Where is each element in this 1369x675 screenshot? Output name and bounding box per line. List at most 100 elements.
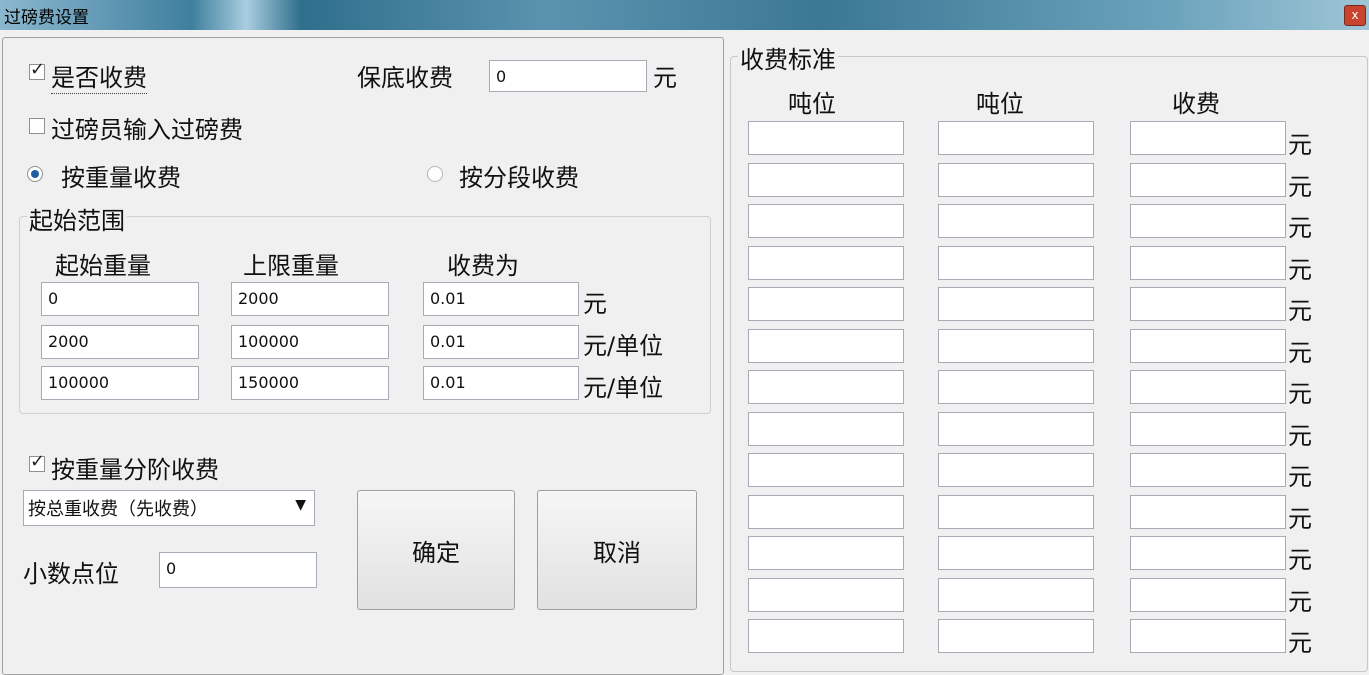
tonnage-from-input[interactable] xyxy=(748,287,904,321)
tonnage-to-input[interactable] xyxy=(938,246,1094,280)
range-limit-input[interactable]: 2000 xyxy=(231,282,389,316)
charge-input[interactable] xyxy=(1130,246,1286,280)
radio-selected-icon xyxy=(31,170,39,178)
tiered-checkbox[interactable]: ✓ xyxy=(29,451,45,472)
range-group-legend: 起始范围 xyxy=(27,201,127,236)
range-fee-input[interactable]: 0.01 xyxy=(423,282,579,316)
range-limit-input[interactable]: 100000 xyxy=(231,325,389,359)
range-start-input[interactable]: 0 xyxy=(41,282,199,316)
tonnage-to-input[interactable] xyxy=(938,619,1094,653)
charge-input[interactable] xyxy=(1130,204,1286,238)
window-title: 过磅费设置 xyxy=(4,8,89,28)
tonnage-from-input[interactable] xyxy=(748,163,904,197)
tonnage-to-input[interactable] xyxy=(938,163,1094,197)
min-fee-label: 保底收费 xyxy=(357,64,453,92)
ok-button[interactable]: 确定 xyxy=(357,490,515,610)
charge-checkbox-label[interactable]: 是否收费 xyxy=(51,58,147,94)
tonnage-from-input[interactable] xyxy=(748,370,904,404)
charge-standard-legend: 收费标准 xyxy=(738,40,838,75)
operator-input-checkbox[interactable] xyxy=(29,118,45,134)
tonnage-to-input[interactable] xyxy=(938,578,1094,612)
decimal-input[interactable]: 0 xyxy=(159,552,317,588)
charge-unit: 元 xyxy=(1288,214,1312,242)
cancel-button[interactable]: 取消 xyxy=(537,490,697,610)
close-button[interactable]: x xyxy=(1344,5,1366,26)
tonnage-from-input[interactable] xyxy=(748,536,904,570)
tonnage-to-input[interactable] xyxy=(938,287,1094,321)
charge-input[interactable] xyxy=(1130,287,1286,321)
chevron-down-icon[interactable]: ▼ xyxy=(295,497,306,513)
min-fee-input[interactable]: 0 xyxy=(489,60,647,92)
tonnage-to-input[interactable] xyxy=(938,536,1094,570)
tonnage-to-input[interactable] xyxy=(938,204,1094,238)
charge-unit: 元 xyxy=(1288,629,1312,657)
header-tonnage-1: 吨位 xyxy=(788,90,836,118)
tonnage-to-input[interactable] xyxy=(938,495,1094,529)
range-unit: 元/单位 xyxy=(583,332,664,360)
charge-unit: 元 xyxy=(1288,463,1312,491)
check-icon: ✓ xyxy=(30,59,46,80)
header-fee: 收费为 xyxy=(447,252,519,280)
charge-input[interactable] xyxy=(1130,412,1286,446)
close-icon: x xyxy=(1351,8,1359,22)
left-panel: ✓ 是否收费 保底收费 0 元 过磅员输入过磅费 按重量收费 按分段收费 起始范… xyxy=(2,37,724,675)
radio-by-segment[interactable] xyxy=(427,166,443,182)
header-limit-weight: 上限重量 xyxy=(243,252,339,280)
range-limit-input[interactable]: 150000 xyxy=(231,366,389,400)
header-tonnage-2: 吨位 xyxy=(976,90,1024,118)
radio-by-weight-label[interactable]: 按重量收费 xyxy=(61,158,181,193)
charge-unit: 元 xyxy=(1288,588,1312,616)
charge-mode-select[interactable]: 按总重收费（先收费） ▼ xyxy=(23,490,315,526)
charge-unit: 元 xyxy=(1288,256,1312,284)
charge-unit: 元 xyxy=(1288,505,1312,533)
tonnage-from-input[interactable] xyxy=(748,412,904,446)
header-start-weight: 起始重量 xyxy=(55,252,151,280)
charge-input[interactable] xyxy=(1130,619,1286,653)
charge-input[interactable] xyxy=(1130,578,1286,612)
decimal-label: 小数点位 xyxy=(23,560,119,588)
charge-unit: 元 xyxy=(1288,173,1312,201)
check-icon: ✓ xyxy=(30,451,46,472)
range-fee-input[interactable]: 0.01 xyxy=(423,366,579,400)
charge-input[interactable] xyxy=(1130,495,1286,529)
tonnage-from-input[interactable] xyxy=(748,329,904,363)
radio-by-segment-label[interactable]: 按分段收费 xyxy=(459,158,579,193)
header-charge: 收费 xyxy=(1172,90,1220,118)
range-start-input[interactable]: 2000 xyxy=(41,325,199,359)
tonnage-to-input[interactable] xyxy=(938,370,1094,404)
tiered-checkbox-label[interactable]: 按重量分阶收费 xyxy=(51,450,219,485)
charge-mode-value: 按总重收费（先收费） xyxy=(28,499,208,520)
tonnage-from-input[interactable] xyxy=(748,246,904,280)
charge-input[interactable] xyxy=(1130,453,1286,487)
tonnage-from-input[interactable] xyxy=(748,453,904,487)
range-fee-input[interactable]: 0.01 xyxy=(423,325,579,359)
tonnage-to-input[interactable] xyxy=(938,121,1094,155)
charge-unit: 元 xyxy=(1288,339,1312,367)
dialog-window: 过磅费设置 x ✓ 是否收费 保底收费 0 元 过磅员输入过磅费 按重量收费 按… xyxy=(0,0,1369,675)
charge-input[interactable] xyxy=(1130,121,1286,155)
tonnage-to-input[interactable] xyxy=(938,453,1094,487)
charge-unit: 元 xyxy=(1288,422,1312,450)
radio-by-weight[interactable] xyxy=(27,166,43,182)
tonnage-to-input[interactable] xyxy=(938,329,1094,363)
tonnage-to-input[interactable] xyxy=(938,412,1094,446)
range-start-input[interactable]: 100000 xyxy=(41,366,199,400)
range-unit: 元 xyxy=(583,290,607,318)
charge-input[interactable] xyxy=(1130,329,1286,363)
tonnage-from-input[interactable] xyxy=(748,121,904,155)
title-bar[interactable]: 过磅费设置 x xyxy=(0,0,1369,30)
charge-checkbox[interactable]: ✓ xyxy=(29,59,45,80)
min-fee-unit: 元 xyxy=(653,64,677,92)
charge-unit: 元 xyxy=(1288,546,1312,574)
tonnage-from-input[interactable] xyxy=(748,619,904,653)
charge-input[interactable] xyxy=(1130,370,1286,404)
operator-input-label[interactable]: 过磅员输入过磅费 xyxy=(51,110,243,145)
charge-unit: 元 xyxy=(1288,131,1312,159)
range-unit: 元/单位 xyxy=(583,374,664,402)
tonnage-from-input[interactable] xyxy=(748,578,904,612)
charge-input[interactable] xyxy=(1130,536,1286,570)
charge-unit: 元 xyxy=(1288,297,1312,325)
tonnage-from-input[interactable] xyxy=(748,495,904,529)
charge-input[interactable] xyxy=(1130,163,1286,197)
tonnage-from-input[interactable] xyxy=(748,204,904,238)
